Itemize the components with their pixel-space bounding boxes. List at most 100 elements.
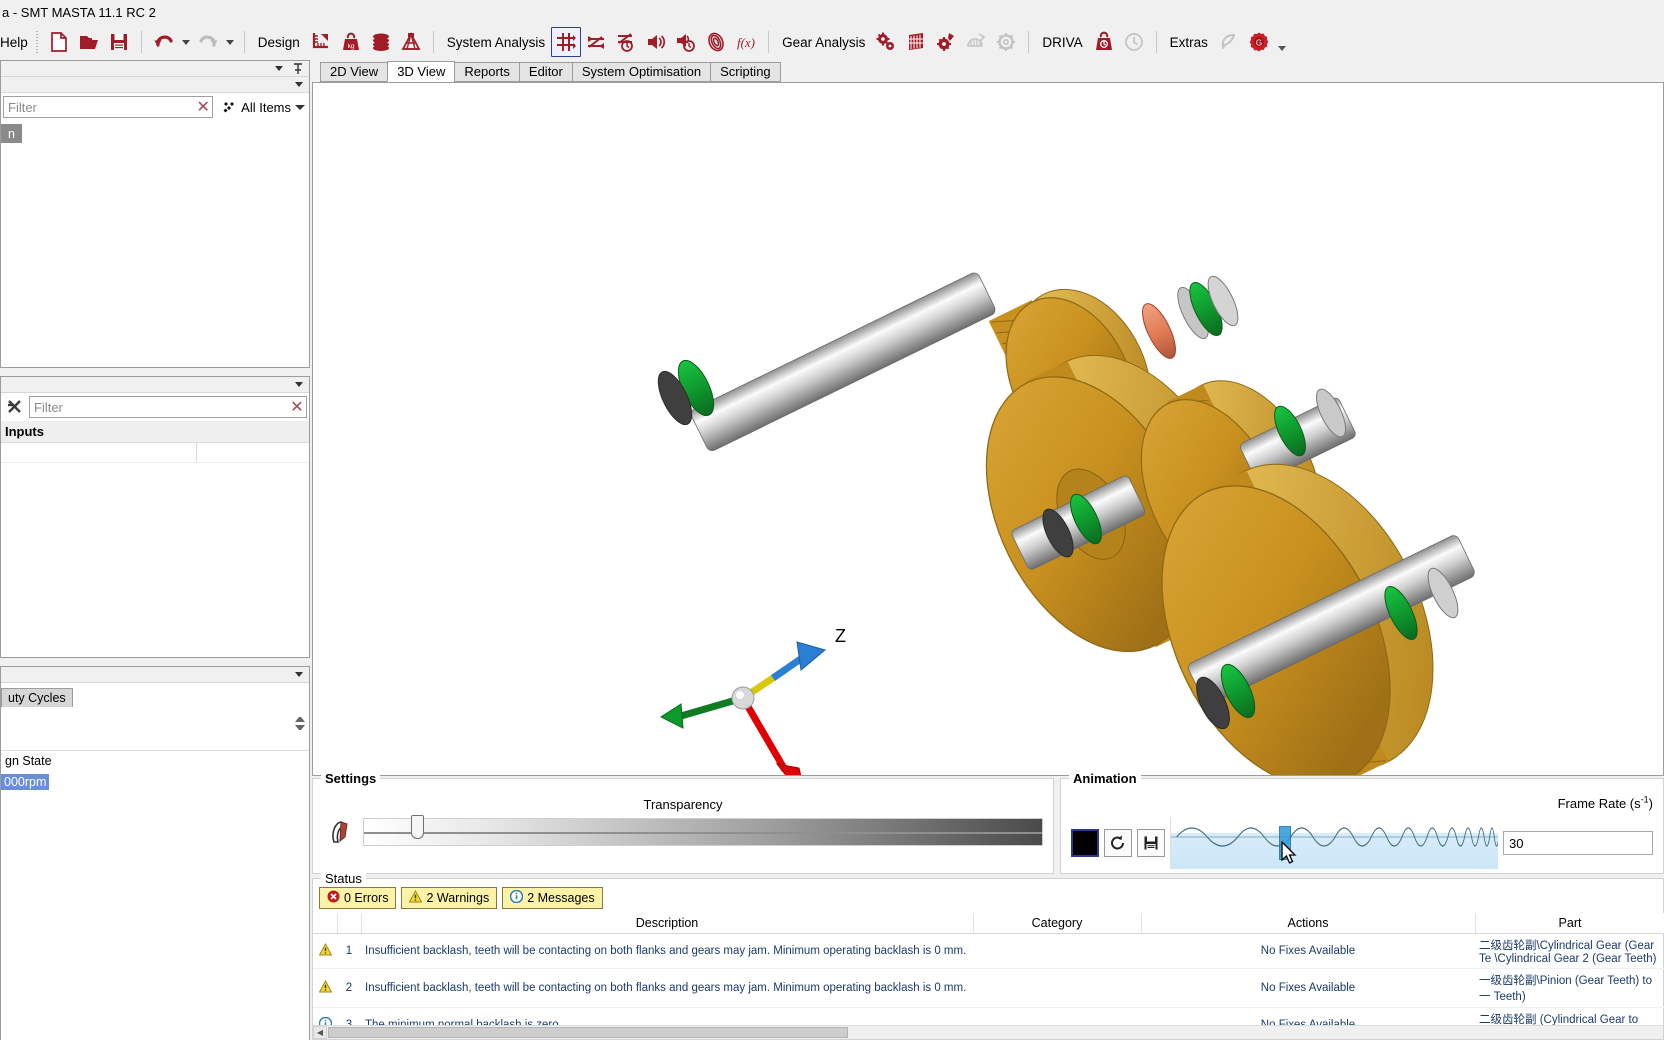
load-case-icon[interactable] bbox=[551, 27, 582, 57]
undo-dropdown-caret[interactable] bbox=[179, 28, 193, 56]
properties-filter-clear-icon[interactable]: ✕ bbox=[287, 396, 307, 418]
gear-tool-icon[interactable] bbox=[931, 27, 961, 57]
weight-kg-icon[interactable]: kg bbox=[336, 27, 366, 57]
duty-cycles-menu-caret-icon[interactable] bbox=[293, 669, 305, 681]
gear-rack-icon[interactable] bbox=[901, 27, 931, 57]
row-number-2: 2 bbox=[337, 968, 361, 1008]
gear-assembly-3d-model[interactable]: Z X bbox=[313, 83, 1663, 775]
scroll-left-arrow-icon[interactable]: ◀ bbox=[313, 1026, 327, 1039]
table-row[interactable]: 1 Insufficient backlash, teeth will be c… bbox=[313, 933, 1664, 969]
all-items-label: All Items bbox=[241, 99, 291, 115]
all-items-caret-icon[interactable] bbox=[295, 104, 305, 110]
messages-filter-pill[interactable]: 2 Messages bbox=[502, 887, 603, 909]
design-state-value-cell[interactable]: 000rpm bbox=[1, 771, 197, 793]
col-part[interactable]: Part bbox=[1475, 913, 1664, 934]
tab-scripting[interactable]: Scripting bbox=[710, 62, 781, 82]
static-load-icon[interactable] bbox=[581, 27, 611, 57]
open-folder-icon[interactable] bbox=[74, 27, 104, 57]
col-description[interactable]: Description bbox=[361, 913, 974, 934]
clock-disabled-icon[interactable] bbox=[1119, 27, 1149, 57]
model-tree-filter-bar: Filter ✕ All Items bbox=[1, 93, 309, 121]
model-tree-filter-clear-icon[interactable]: ✕ bbox=[193, 96, 213, 118]
row-number-1: 1 bbox=[337, 933, 361, 969]
redo-dropdown-caret[interactable] bbox=[223, 28, 237, 56]
3d-viewport[interactable]: Z X bbox=[312, 82, 1664, 776]
model-tree-tabstrip: n bbox=[1, 121, 309, 143]
save-disk-icon[interactable] bbox=[104, 27, 134, 57]
transparency-slider[interactable] bbox=[363, 815, 1043, 846]
database-stack-icon[interactable] bbox=[366, 27, 396, 57]
panel-menu-caret-icon-2[interactable] bbox=[293, 79, 305, 91]
ruler-icon[interactable] bbox=[306, 27, 336, 57]
save-animation-button[interactable] bbox=[1137, 829, 1165, 857]
reset-animation-button[interactable] bbox=[1104, 829, 1132, 857]
tab-2d-view[interactable]: 2D View bbox=[320, 62, 389, 82]
panel-menu-caret-icon[interactable] bbox=[273, 63, 285, 75]
menu-help[interactable]: Help bbox=[0, 35, 34, 50]
col-actions[interactable]: Actions bbox=[1141, 913, 1476, 934]
warnings-filter-pill[interactable]: 2 Warnings bbox=[401, 887, 498, 909]
viewport-controls-row: Settings Transparency Animation Frame Ra… bbox=[312, 771, 1664, 874]
gear-hob-disabled-icon[interactable] bbox=[961, 27, 991, 57]
transient-load-icon[interactable] bbox=[611, 27, 641, 57]
spinner-down-icon[interactable] bbox=[295, 725, 305, 730]
pin-icon[interactable] bbox=[291, 62, 305, 76]
duty-cycles-tab[interactable]: uty Cycles bbox=[1, 688, 73, 707]
gears-icon[interactable] bbox=[871, 27, 901, 57]
transparency-gear-icon[interactable] bbox=[323, 817, 357, 847]
tab-reports[interactable]: Reports bbox=[454, 62, 520, 82]
model-tree-subheader bbox=[1, 77, 309, 93]
model-tree-filter-input[interactable]: Filter bbox=[3, 96, 214, 118]
transparency-label: Transparency bbox=[643, 797, 723, 812]
transparency-slider-thumb[interactable] bbox=[411, 815, 425, 839]
tab-system-optimisation[interactable]: System Optimisation bbox=[571, 62, 712, 82]
properties-menu-caret-icon[interactable] bbox=[293, 379, 305, 391]
duty-cycles-grid[interactable]: gn State 000rpm bbox=[1, 751, 309, 1040]
gear-g-settings-icon[interactable]: G bbox=[1244, 27, 1274, 57]
toolbar-overflow-caret[interactable] bbox=[1274, 28, 1290, 56]
tab-editor[interactable]: Editor bbox=[518, 62, 573, 82]
animation-speed-slider[interactable] bbox=[1170, 817, 1498, 869]
animation-speed-thumb[interactable] bbox=[1278, 826, 1291, 860]
spinner-up-icon[interactable] bbox=[295, 717, 305, 722]
fx-function-icon[interactable]: f(x) bbox=[731, 27, 761, 57]
properties-panel-header bbox=[1, 377, 309, 393]
axis-gizmo: Z X bbox=[659, 626, 846, 775]
toolbar-separator bbox=[1028, 31, 1030, 53]
redo-icon[interactable] bbox=[193, 27, 223, 57]
tab-3d-view[interactable]: 3D View bbox=[387, 61, 456, 82]
design-state-value-row[interactable]: 000rpm bbox=[1, 771, 309, 793]
status-table[interactable]: Description Category Actions Part 1 Insu… bbox=[313, 913, 1664, 1040]
acoustic-waves-icon[interactable] bbox=[701, 27, 731, 57]
settings-legend: Settings bbox=[321, 771, 381, 786]
col-category[interactable]: Category bbox=[973, 913, 1142, 934]
frame-rate-label-text: Frame Rate (s-1) bbox=[1557, 795, 1653, 812]
properties-filter-bar: Filter ✕ bbox=[1, 393, 309, 421]
toolbar-group-system-analysis-label: System Analysis bbox=[446, 34, 546, 50]
acoustic-speaker-icon[interactable] bbox=[641, 27, 671, 57]
properties-row[interactable] bbox=[1, 443, 309, 463]
all-items-dropdown[interactable]: All Items bbox=[215, 99, 307, 115]
gear-wheel-disabled-icon[interactable] bbox=[991, 27, 1021, 57]
scrollbar-thumb[interactable] bbox=[328, 1027, 848, 1038]
undo-icon[interactable] bbox=[149, 27, 179, 57]
model-tree-tab[interactable]: n bbox=[1, 124, 22, 143]
design-state-row[interactable]: gn State bbox=[1, 751, 309, 771]
transparency-slider-track-line bbox=[364, 832, 1042, 834]
moon-disabled-icon[interactable] bbox=[1214, 27, 1244, 57]
properties-row-value[interactable] bbox=[197, 443, 309, 462]
status-horizontal-scrollbar[interactable]: ◀ bbox=[313, 1025, 1663, 1039]
errors-filter-pill[interactable]: 0 Errors bbox=[319, 887, 397, 909]
table-row[interactable]: 2 Insufficient backlash, teeth will be c… bbox=[313, 968, 1664, 1008]
properties-grid-body[interactable] bbox=[1, 443, 309, 651]
toolbar-separator bbox=[432, 31, 434, 53]
stop-animation-button[interactable] bbox=[1071, 829, 1099, 857]
clear-filter-icon[interactable] bbox=[3, 398, 27, 416]
acoustic-point-icon[interactable] bbox=[671, 27, 701, 57]
mesh-triangles-icon[interactable] bbox=[396, 27, 426, 57]
new-document-icon[interactable] bbox=[44, 27, 74, 57]
frame-rate-input[interactable]: 30 bbox=[1503, 831, 1653, 855]
model-tree-body[interactable] bbox=[1, 143, 309, 367]
driva-weight-icon[interactable] bbox=[1089, 27, 1119, 57]
properties-filter-input[interactable]: Filter bbox=[29, 396, 307, 418]
